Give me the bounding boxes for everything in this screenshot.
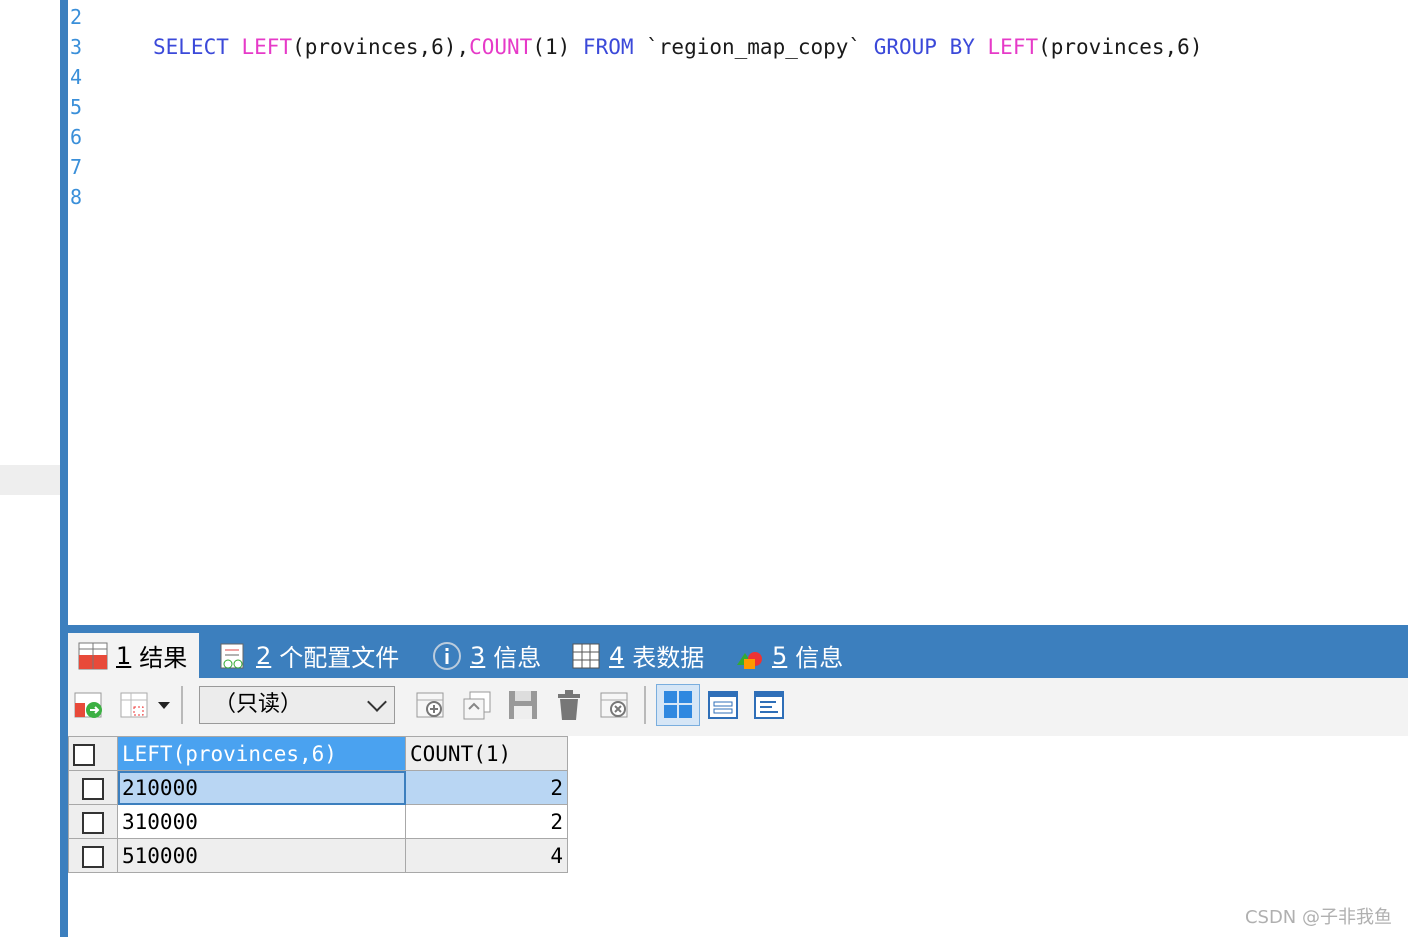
- grid-view-icon: [664, 691, 692, 718]
- table-cell[interactable]: 2: [405, 770, 568, 805]
- column-header-left-provinces[interactable]: LEFT(provinces,6): [117, 736, 406, 771]
- tab-profile-label: 个配置文件: [279, 644, 400, 672]
- tab-info-2-label: 信息: [795, 644, 844, 672]
- row-checkbox[interactable]: [68, 804, 118, 839]
- readonly-select[interactable]: （只读）: [199, 686, 395, 724]
- line-number: 8: [70, 185, 83, 209]
- table-cell[interactable]: 310000: [117, 804, 406, 839]
- sql-text: (provinces,6): [1038, 35, 1203, 59]
- table-row[interactable]: 210000 2: [68, 770, 568, 805]
- code-line[interactable]: 7: [68, 152, 1408, 182]
- gutter-highlight: [0, 465, 60, 495]
- column-header-count[interactable]: COUNT(1): [405, 736, 568, 771]
- tab-table-data-number: 4: [609, 641, 625, 670]
- code-line[interactable]: 6: [68, 122, 1408, 152]
- sql-function: LEFT: [987, 35, 1039, 59]
- sql-keyword: GROUP BY: [873, 35, 975, 59]
- result-tab-bar: 1 结果 2 个配置文件 3 信息 4 表数据 5 信息: [68, 625, 1408, 678]
- tab-table-data-label: 表数据: [632, 644, 705, 672]
- editor-left-border: [60, 0, 68, 937]
- code-line[interactable]: 3 SELECT LEFT(provinces,6),COUNT(1) FROM …: [68, 32, 1408, 62]
- tab-info-label: 信息: [493, 644, 542, 672]
- line-number: 6: [70, 125, 83, 149]
- sql-text: (provinces,6),: [292, 35, 470, 59]
- sql-function: LEFT: [241, 35, 293, 59]
- tab-result[interactable]: 1 结果: [68, 633, 200, 678]
- row-checkbox[interactable]: [68, 770, 118, 805]
- chevron-down-icon[interactable]: [154, 688, 174, 722]
- tab-info[interactable]: 3 信息: [432, 633, 541, 678]
- tab-result-number: 1: [116, 641, 132, 670]
- result-toolbar: （只读）: [68, 678, 1408, 736]
- result-grid: LEFT(provinces,6) COUNT(1) 210000 2 3100…: [68, 736, 568, 873]
- result-grid-icon: [78, 641, 108, 671]
- cancel-changes-icon[interactable]: [598, 688, 632, 722]
- refresh-result-icon[interactable]: [72, 688, 106, 722]
- line-number: 2: [70, 5, 83, 29]
- info-shapes-icon: [734, 641, 764, 671]
- sql-editor[interactable]: 2 3 SELECT LEFT(provinces,6),COUNT(1) FROM…: [68, 0, 1408, 625]
- table-row[interactable]: 510000 4: [68, 838, 568, 873]
- tab-info-number: 3: [470, 641, 486, 670]
- sql-keyword: FROM: [582, 35, 634, 59]
- row-checkbox[interactable]: [68, 838, 118, 873]
- code-line[interactable]: 8: [68, 182, 1408, 212]
- line-number: 5: [70, 95, 83, 119]
- checkbox-icon: [82, 811, 104, 834]
- toolbar-divider: [181, 686, 183, 724]
- grid-header-row: LEFT(provinces,6) COUNT(1): [68, 736, 568, 771]
- table-data-icon: [571, 641, 601, 671]
- tab-profile[interactable]: 2 个配置文件: [218, 633, 399, 678]
- table-cell[interactable]: 2: [405, 804, 568, 839]
- duplicate-row-icon[interactable]: [460, 688, 494, 722]
- tab-result-label: 结果: [139, 644, 188, 672]
- tab-info-2-number: 5: [772, 641, 788, 670]
- checkbox-icon: [82, 777, 104, 800]
- profile-icon: [218, 641, 248, 671]
- sql-text: `region_map_copy`: [633, 35, 874, 59]
- line-number: 4: [70, 65, 83, 89]
- tab-profile-number: 2: [256, 641, 272, 670]
- select-all-checkbox[interactable]: [68, 736, 118, 771]
- sql-function: COUNT: [469, 35, 533, 59]
- table-cell[interactable]: 510000: [117, 838, 406, 873]
- code-line[interactable]: 4: [68, 62, 1408, 92]
- form-view-icon[interactable]: [706, 688, 740, 722]
- text-view-icon[interactable]: [752, 688, 786, 722]
- delete-icon[interactable]: [552, 688, 586, 722]
- toolbar-divider-2: [644, 686, 646, 724]
- dropdown-chevron-icon: [367, 692, 387, 712]
- code-line[interactable]: 5: [68, 92, 1408, 122]
- checkbox-icon: [73, 743, 95, 766]
- sql-text: (1): [532, 35, 571, 59]
- code-line[interactable]: 2: [68, 2, 1408, 32]
- save-icon[interactable]: [506, 688, 540, 722]
- tab-info-2[interactable]: 5 信息: [734, 633, 843, 678]
- tab-table-data[interactable]: 4 表数据: [571, 633, 704, 678]
- checkbox-icon: [82, 845, 104, 868]
- add-row-icon[interactable]: [414, 688, 448, 722]
- export-options-icon[interactable]: [118, 688, 152, 722]
- line-number: 3: [70, 35, 83, 59]
- sql-keyword: SELECT: [153, 35, 229, 59]
- table-cell[interactable]: 4: [405, 838, 568, 873]
- line-number: 7: [70, 155, 83, 179]
- info-icon: [432, 641, 462, 671]
- table-cell[interactable]: 210000: [117, 770, 406, 805]
- table-row[interactable]: 310000 2: [68, 804, 568, 839]
- readonly-select-value: （只读）: [214, 692, 303, 717]
- sql-code[interactable]: SELECT LEFT(provinces,6),COUNT(1) FROM `…: [153, 32, 1202, 62]
- grid-view-button[interactable]: [656, 684, 700, 726]
- watermark: CSDN @子非我鱼: [1244, 907, 1392, 928]
